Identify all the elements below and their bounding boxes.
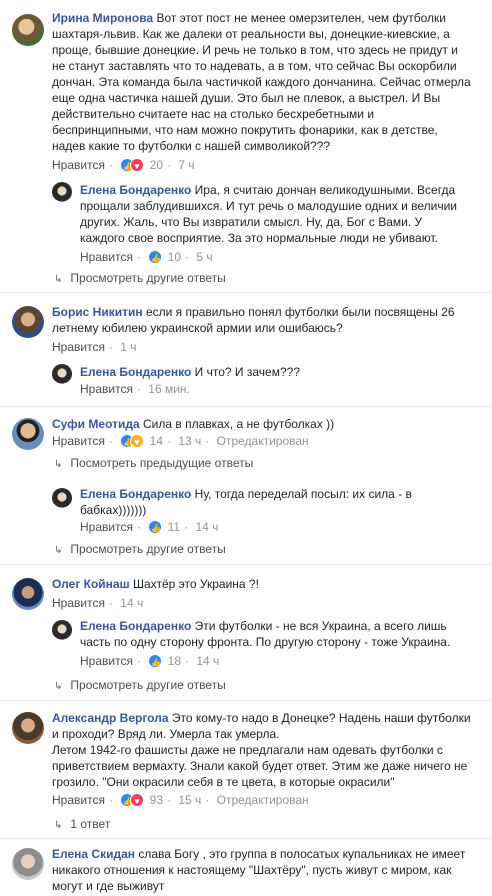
comment-meta: Нравится· 14· 13 ч· Отредактирован: [52, 434, 309, 450]
like-reaction-icon: [148, 520, 163, 536]
divider: [0, 700, 492, 701]
like-button[interactable]: Нравится: [52, 158, 105, 172]
comment-author[interactable]: Суфи Меотида: [52, 417, 140, 431]
reply-arrow-icon: ↳: [54, 459, 63, 470]
view-previous-label: Посмотреть предыдущие ответы: [70, 456, 254, 470]
avatar[interactable]: [52, 364, 72, 384]
avatar[interactable]: [12, 14, 44, 46]
comment-author[interactable]: Борис Никитин: [52, 305, 143, 319]
reaction-count[interactable]: 11: [168, 520, 180, 534]
comment-body: Ирина Миронова Вот этот пост не менее ом…: [52, 10, 472, 154]
comment-text: И что? И зачем???: [194, 365, 300, 379]
comment-author[interactable]: Елена Бондаренко: [80, 183, 191, 197]
timestamp[interactable]: 7 ч: [178, 158, 194, 172]
love-reaction-icon: [130, 793, 145, 808]
comment-body: Елена Бондаренко Ира, я считаю дончан ве…: [80, 182, 470, 246]
comment-body: Олег Койнаш Шахтёр это Украина ?!: [52, 576, 472, 592]
reaction-count[interactable]: 18: [168, 654, 181, 668]
timestamp[interactable]: 15 ч: [178, 793, 201, 807]
comment-body: Елена Бондаренко Эти футболки - не вся У…: [80, 618, 470, 650]
view-more-label: Просмотреть другие ответы: [70, 271, 226, 285]
timestamp[interactable]: 1 ч: [120, 340, 136, 354]
comment-author[interactable]: Елена Бондаренко: [80, 619, 191, 633]
reaction-count[interactable]: 10: [168, 250, 181, 264]
comment-text: Шахтёр это Украина ?!: [132, 577, 259, 591]
like-button[interactable]: Нравится: [52, 434, 105, 448]
comment-meta: Нравится· 20· 7 ч: [52, 158, 195, 174]
avatar[interactable]: [52, 488, 72, 508]
like-reaction-icon: [148, 250, 163, 266]
comment-meta: Нравится · 14 ч: [52, 596, 144, 610]
comment-author[interactable]: Елена Бондаренко: [80, 365, 191, 379]
comment-text: Вот этот пост не менее омерзителен, чем …: [52, 11, 471, 153]
view-more-replies-link[interactable]: ↳ Просмотреть другие ответы: [54, 542, 226, 556]
reaction-count[interactable]: 20: [150, 158, 163, 172]
comment-body: Суфи Меотида Сила в плавках, а не футбол…: [52, 416, 472, 432]
timestamp[interactable]: 13 ч: [178, 434, 201, 448]
like-reaction-icon: [148, 654, 163, 670]
reaction-count[interactable]: 93: [150, 793, 163, 807]
divider: [0, 838, 492, 839]
like-button[interactable]: Нравится: [52, 793, 105, 807]
view-previous-replies-link[interactable]: ↳ Посмотреть предыдущие ответы: [54, 456, 253, 470]
comment-body: Елена Бондаренко И что? И зачем???: [80, 364, 470, 380]
avatar[interactable]: [12, 418, 44, 450]
avatar[interactable]: [12, 578, 44, 610]
view-more-replies-link[interactable]: ↳ Просмотреть другие ответы: [54, 271, 226, 285]
comment-author[interactable]: Ирина Миронова: [52, 11, 153, 25]
comment-text: Сила в плавках, а не футболках )): [142, 417, 335, 431]
reply-arrow-icon: ↳: [54, 820, 63, 831]
reply-arrow-icon: ↳: [54, 545, 63, 556]
like-button[interactable]: Нравится: [80, 654, 133, 668]
haha-reaction-icon: [130, 434, 145, 449]
divider: [0, 564, 492, 565]
reply-arrow-icon: ↳: [54, 681, 63, 692]
comment-body: Елена Бондаренко Ну, тогда переделай пос…: [80, 486, 470, 518]
comment-meta: Нравится· 93· 15 ч· Отредактирован: [52, 793, 309, 809]
reaction-count[interactable]: 14: [150, 434, 163, 448]
like-button[interactable]: Нравится: [80, 520, 133, 534]
comment-body: Елена Скидан слава Богу , это группа в п…: [52, 846, 472, 894]
like-button[interactable]: Нравится: [80, 382, 133, 396]
avatar[interactable]: [12, 306, 44, 338]
timestamp[interactable]: 16 мин.: [148, 382, 190, 396]
like-button[interactable]: Нравится: [52, 596, 105, 610]
view-more-label: Просмотреть другие ответы: [70, 542, 226, 556]
edited-label[interactable]: Отредактирован: [217, 434, 309, 448]
comment-body: Борис Никитин если я правильно понял фут…: [52, 304, 472, 336]
view-more-replies-link[interactable]: ↳ Просмотреть другие ответы: [54, 678, 226, 692]
avatar[interactable]: [52, 182, 72, 202]
avatar[interactable]: [12, 712, 44, 744]
view-replies-link[interactable]: ↳ 1 ответ: [54, 817, 110, 831]
timestamp[interactable]: 14 ч: [120, 596, 143, 610]
reply-arrow-icon: ↳: [54, 274, 63, 285]
avatar[interactable]: [12, 848, 44, 880]
timestamp[interactable]: 14 ч: [196, 654, 219, 668]
like-button[interactable]: Нравится: [52, 340, 105, 354]
edited-label[interactable]: Отредактирован: [217, 793, 309, 807]
comment-meta: Нравится· 10· 5 ч: [80, 250, 213, 266]
divider: [0, 406, 492, 407]
comment-author[interactable]: Елена Скидан: [52, 847, 135, 861]
comment-meta: Нравится· 18· 14 ч: [80, 654, 219, 670]
view-replies-label: 1 ответ: [70, 817, 111, 831]
like-button[interactable]: Нравится: [80, 250, 133, 264]
divider: [0, 292, 492, 293]
view-more-label: Просмотреть другие ответы: [70, 678, 226, 692]
avatar[interactable]: [52, 620, 72, 640]
comment-author[interactable]: Александр Верголa: [52, 711, 169, 725]
comment-text-paragraph: Летом 1942-го фашисты даже не предлагали…: [52, 743, 468, 789]
comment-author[interactable]: Елена Бондаренко: [80, 487, 191, 501]
comment-author[interactable]: Олег Койнаш: [52, 577, 130, 591]
timestamp[interactable]: 5 ч: [196, 250, 212, 264]
comment-meta: Нравится· 11· 14 ч: [80, 520, 218, 536]
timestamp[interactable]: 14 ч: [195, 520, 218, 534]
comment-body: Александр Верголa Это кому-то надо в Дон…: [52, 710, 472, 790]
comment-meta: Нравится · 16 мин.: [80, 382, 190, 396]
comment-meta: Нравится · 1 ч: [52, 340, 137, 354]
love-reaction-icon: [130, 158, 145, 173]
